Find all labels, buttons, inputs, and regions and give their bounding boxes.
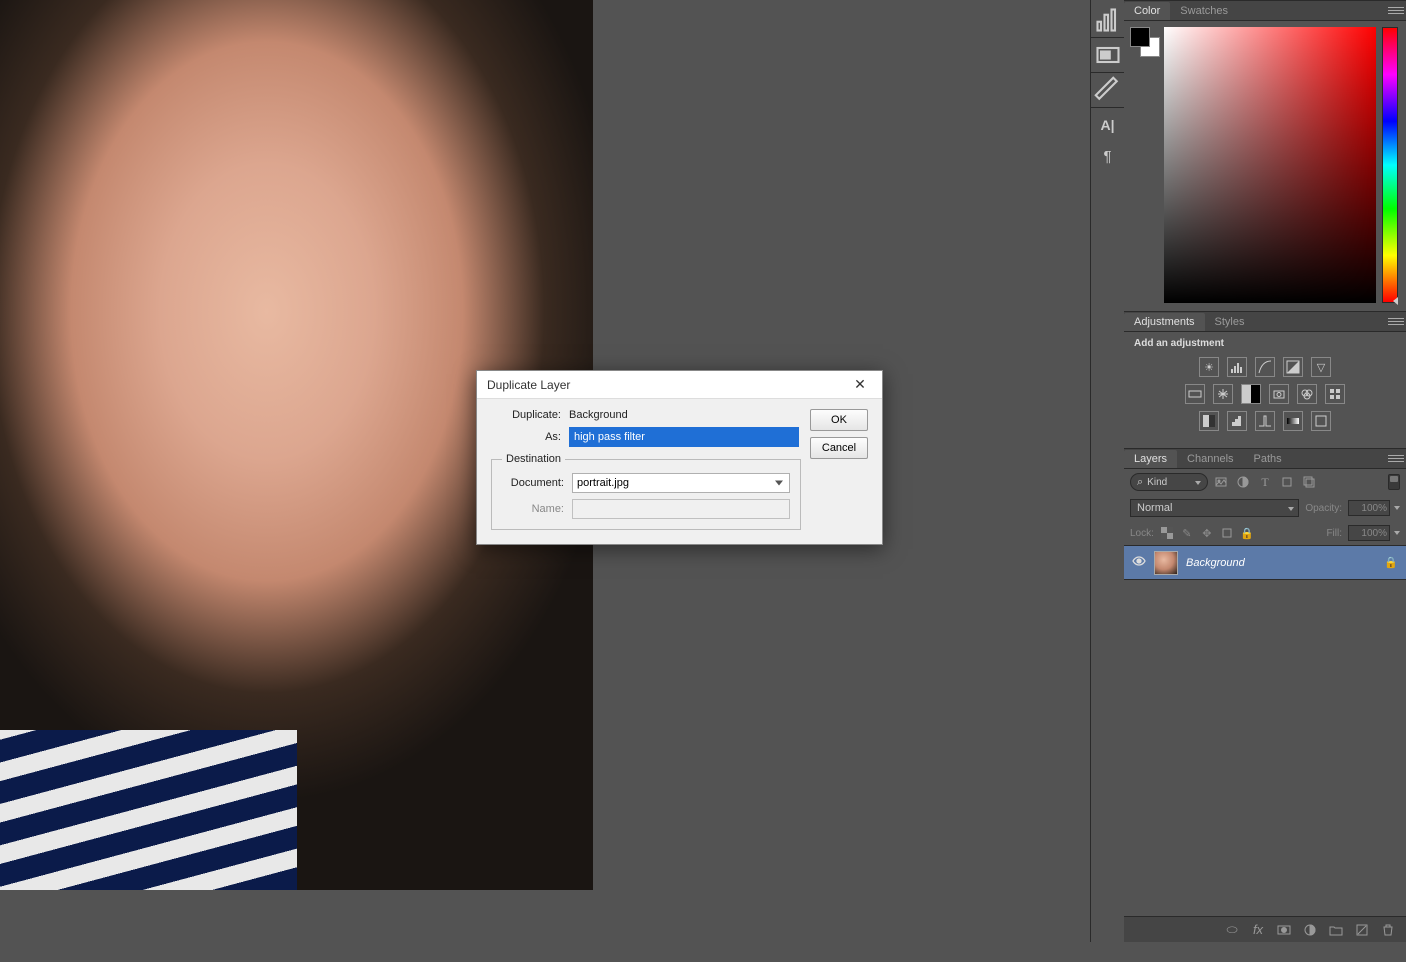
curves-icon[interactable] xyxy=(1255,357,1275,377)
fill-label: Fill: xyxy=(1326,528,1342,539)
tab-swatches[interactable]: Swatches xyxy=(1170,2,1238,20)
tab-paths[interactable]: Paths xyxy=(1244,450,1292,468)
duplicate-layer-dialog: Duplicate Layer ✕ OK Cancel Duplicate: B… xyxy=(476,370,883,545)
character-icon[interactable]: A| xyxy=(1094,111,1122,139)
new-layer-icon[interactable] xyxy=(1354,922,1370,938)
tab-styles[interactable]: Styles xyxy=(1205,313,1255,331)
lock-label: Lock: xyxy=(1130,528,1154,539)
filter-pixel-icon[interactable] xyxy=(1212,473,1230,491)
brightness-contrast-icon[interactable]: ☀ xyxy=(1199,357,1219,377)
layer-name[interactable]: Background xyxy=(1186,557,1376,569)
threshold-icon[interactable] xyxy=(1255,411,1275,431)
hue-slider[interactable] xyxy=(1382,27,1398,303)
layer-mask-icon[interactable] xyxy=(1276,922,1292,938)
document-select[interactable]: portrait.jpg xyxy=(572,473,790,493)
navigator-icon[interactable] xyxy=(1094,41,1122,69)
vibrance-icon[interactable]: ▽ xyxy=(1311,357,1331,377)
selective-color-icon[interactable] xyxy=(1311,411,1331,431)
filter-toggle[interactable] xyxy=(1388,474,1400,490)
name-input xyxy=(572,499,790,519)
exposure-icon[interactable] xyxy=(1283,357,1303,377)
panel-menu-icon[interactable] xyxy=(1388,3,1404,17)
tab-channels[interactable]: Channels xyxy=(1177,450,1243,468)
link-layers-icon[interactable]: ⬭ xyxy=(1224,922,1240,938)
duplicate-label: Duplicate: xyxy=(491,409,561,421)
tab-layers[interactable]: Layers xyxy=(1124,450,1177,468)
black-white-icon[interactable] xyxy=(1241,384,1261,404)
lock-transparency-icon[interactable] xyxy=(1160,526,1174,540)
gradient-map-icon[interactable] xyxy=(1283,411,1303,431)
dialog-title: Duplicate Layer xyxy=(487,378,848,392)
hue-saturation-icon[interactable] xyxy=(1185,384,1205,404)
cancel-button[interactable]: Cancel xyxy=(810,437,868,459)
destination-legend: Destination xyxy=(502,453,565,465)
adjustments-panel: Adjustments Styles Add an adjustment ☀ ▽ xyxy=(1124,311,1406,448)
adjustments-heading: Add an adjustment xyxy=(1134,338,1396,349)
layer-item[interactable]: Background 🔒 xyxy=(1124,546,1406,580)
tab-adjustments[interactable]: Adjustments xyxy=(1124,313,1205,331)
layers-panel: Layers Channels Paths Kind T Normal Opa xyxy=(1124,448,1406,942)
color-lookup-icon[interactable] xyxy=(1325,384,1345,404)
filter-kind-select[interactable]: Kind xyxy=(1130,473,1208,491)
color-panel: Color Swatches xyxy=(1124,0,1406,311)
posterize-icon[interactable] xyxy=(1227,411,1247,431)
color-balance-icon[interactable] xyxy=(1213,384,1233,404)
lock-position-icon[interactable]: ✥ xyxy=(1200,526,1214,540)
name-label: Name: xyxy=(502,503,564,515)
as-label: As: xyxy=(491,431,561,443)
invert-icon[interactable] xyxy=(1199,411,1219,431)
filter-shape-icon[interactable] xyxy=(1278,473,1296,491)
photo-filter-icon[interactable] xyxy=(1269,384,1289,404)
adjustment-layer-icon[interactable] xyxy=(1302,922,1318,938)
brush-settings-icon[interactable] xyxy=(1094,76,1122,104)
opacity-label: Opacity: xyxy=(1305,503,1342,514)
destination-fieldset: Destination Document: portrait.jpg Name: xyxy=(491,453,801,530)
as-input[interactable] xyxy=(569,427,799,447)
layer-thumbnail[interactable] xyxy=(1154,551,1178,575)
close-icon[interactable]: ✕ xyxy=(848,373,872,397)
dialog-titlebar[interactable]: Duplicate Layer ✕ xyxy=(477,371,882,399)
document-label: Document: xyxy=(502,477,564,489)
panel-menu-icon[interactable] xyxy=(1388,451,1404,465)
foreground-color[interactable] xyxy=(1130,27,1150,47)
levels-icon[interactable] xyxy=(1227,357,1247,377)
color-field[interactable] xyxy=(1164,27,1376,303)
lock-all-icon[interactable]: 🔒 xyxy=(1240,526,1254,540)
foreground-background-swatch[interactable] xyxy=(1130,27,1158,303)
tab-color[interactable]: Color xyxy=(1124,2,1170,20)
opacity-input[interactable]: 100% xyxy=(1348,500,1390,516)
visibility-icon[interactable] xyxy=(1132,554,1146,571)
collapsed-dock: A| ¶ xyxy=(1090,0,1124,942)
layers-footer: ⬭ fx xyxy=(1124,916,1406,942)
ok-button[interactable]: OK xyxy=(810,409,868,431)
lock-image-icon[interactable]: ✎ xyxy=(1180,526,1194,540)
layer-list: Background 🔒 xyxy=(1124,545,1406,916)
filter-adjustment-icon[interactable] xyxy=(1234,473,1252,491)
layer-effects-icon[interactable]: fx xyxy=(1250,922,1266,938)
histogram-icon[interactable] xyxy=(1094,6,1122,34)
filter-smartobject-icon[interactable] xyxy=(1300,473,1318,491)
lock-artboard-icon[interactable] xyxy=(1220,526,1234,540)
fill-input[interactable]: 100% xyxy=(1348,525,1390,541)
blend-mode-select[interactable]: Normal xyxy=(1130,499,1299,517)
filter-type-icon[interactable]: T xyxy=(1256,473,1274,491)
new-group-icon[interactable] xyxy=(1328,922,1344,938)
lock-icon: 🔒 xyxy=(1384,556,1398,569)
channel-mixer-icon[interactable] xyxy=(1297,384,1317,404)
duplicate-value: Background xyxy=(569,409,628,421)
paragraph-icon[interactable]: ¶ xyxy=(1094,142,1122,170)
panel-menu-icon[interactable] xyxy=(1388,314,1404,328)
delete-layer-icon[interactable] xyxy=(1380,922,1396,938)
